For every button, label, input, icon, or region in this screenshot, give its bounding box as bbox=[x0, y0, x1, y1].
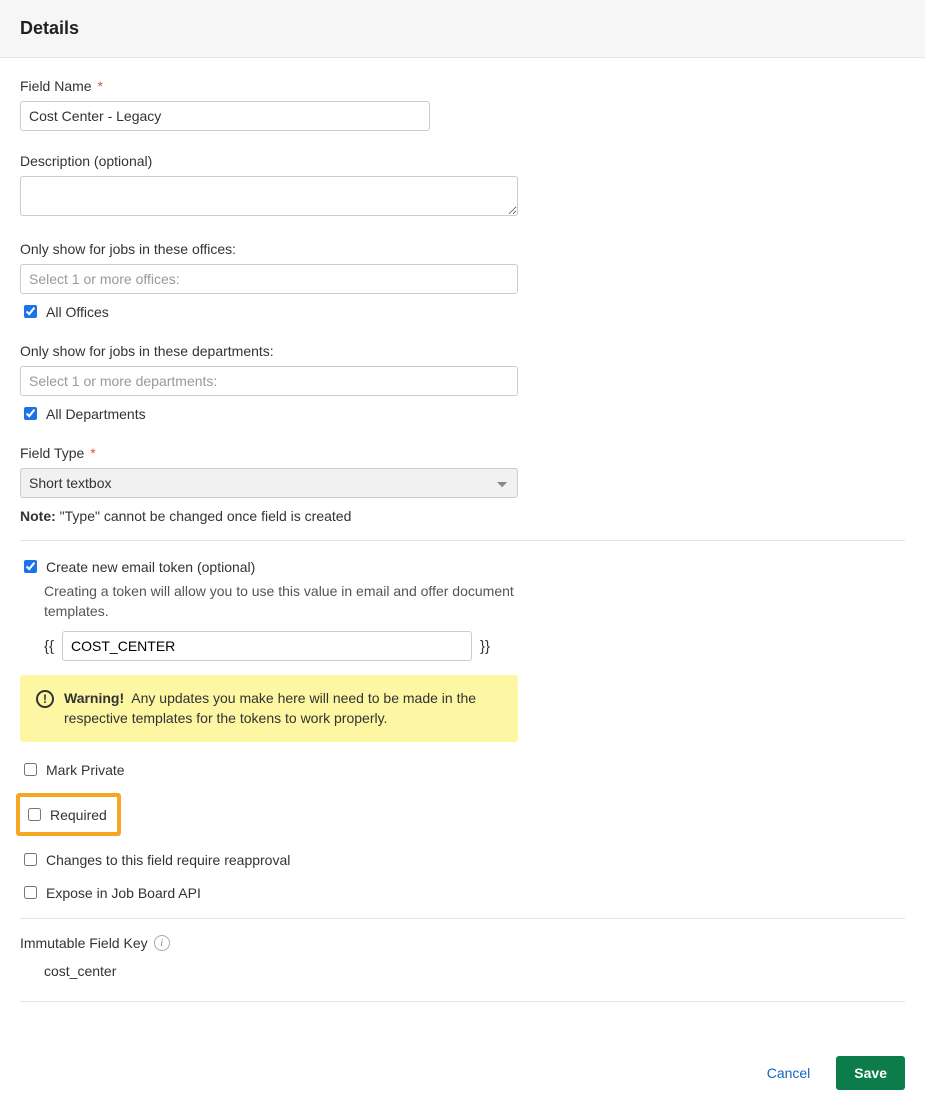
reapproval-row: Changes to this field require reapproval bbox=[20, 850, 905, 869]
immutable-label-row: Immutable Field Key i bbox=[20, 935, 905, 951]
form-content: Field Name * Description (optional) Only… bbox=[0, 58, 925, 1038]
expose-api-row: Expose in Job Board API bbox=[20, 883, 905, 902]
details-header: Details bbox=[0, 0, 925, 58]
field-name-label-text: Field Name bbox=[20, 78, 92, 94]
token-hint: Creating a token will allow you to use t… bbox=[44, 582, 514, 621]
departments-label: Only show for jobs in these departments: bbox=[20, 343, 905, 359]
immutable-value: cost_center bbox=[44, 963, 905, 979]
field-type-label-text: Field Type bbox=[20, 445, 84, 461]
field-name-group: Field Name * bbox=[20, 78, 905, 131]
token-input[interactable] bbox=[62, 631, 472, 661]
token-close-braces: }} bbox=[480, 638, 490, 655]
info-icon[interactable]: i bbox=[154, 935, 170, 951]
field-name-label: Field Name * bbox=[20, 78, 905, 94]
all-offices-label: All Offices bbox=[46, 304, 109, 320]
token-input-row: {{ }} bbox=[44, 631, 905, 661]
field-type-group: Field Type * Short textbox Note: "Type" … bbox=[20, 445, 905, 524]
warning-icon: ! bbox=[36, 690, 54, 708]
token-checkbox-row: Create new email token (optional) bbox=[20, 557, 905, 576]
mark-private-label: Mark Private bbox=[46, 762, 125, 778]
all-departments-checkbox[interactable] bbox=[24, 407, 37, 420]
warning-text: Any updates you make here will need to b… bbox=[64, 690, 476, 726]
offices-multiselect[interactable]: Select 1 or more offices: bbox=[20, 264, 518, 294]
divider bbox=[20, 918, 905, 919]
departments-multiselect[interactable]: Select 1 or more departments: bbox=[20, 366, 518, 396]
expose-api-label: Expose in Job Board API bbox=[46, 885, 201, 901]
create-token-label: Create new email token (optional) bbox=[46, 559, 255, 575]
mark-private-checkbox[interactable] bbox=[24, 763, 37, 776]
immutable-group: Immutable Field Key i cost_center bbox=[20, 935, 905, 979]
description-input[interactable] bbox=[20, 176, 518, 216]
mark-private-row: Mark Private bbox=[20, 760, 905, 779]
create-token-checkbox[interactable] bbox=[24, 560, 37, 573]
required-label: Required bbox=[50, 807, 107, 823]
required-asterisk: * bbox=[90, 445, 95, 461]
required-asterisk: * bbox=[97, 78, 102, 94]
note-text: "Type" cannot be changed once field is c… bbox=[60, 508, 352, 524]
token-group: Create new email token (optional) Creati… bbox=[20, 557, 905, 742]
footer: Cancel Save bbox=[0, 1038, 925, 1114]
divider bbox=[20, 1001, 905, 1002]
token-open-braces: {{ bbox=[44, 638, 54, 655]
all-departments-label: All Departments bbox=[46, 406, 146, 422]
divider bbox=[20, 540, 905, 541]
offices-label: Only show for jobs in these offices: bbox=[20, 241, 905, 257]
description-label: Description (optional) bbox=[20, 153, 905, 169]
page-title: Details bbox=[20, 18, 905, 39]
field-name-input[interactable] bbox=[20, 101, 430, 131]
all-offices-row: All Offices bbox=[20, 302, 905, 321]
expose-api-checkbox[interactable] bbox=[24, 886, 37, 899]
warning-title: Warning! bbox=[64, 690, 124, 706]
options-block: Mark Private Required Changes to this fi… bbox=[20, 760, 905, 902]
reapproval-label: Changes to this field require reapproval bbox=[46, 852, 290, 868]
field-type-label: Field Type * bbox=[20, 445, 905, 461]
offices-group: Only show for jobs in these offices: Sel… bbox=[20, 241, 905, 321]
field-type-note: Note: "Type" cannot be changed once fiel… bbox=[20, 508, 905, 524]
departments-group: Only show for jobs in these departments:… bbox=[20, 343, 905, 423]
required-checkbox[interactable] bbox=[28, 808, 41, 821]
save-button[interactable]: Save bbox=[836, 1056, 905, 1090]
warning-content: Warning! Any updates you make here will … bbox=[64, 689, 502, 728]
warning-box: ! Warning! Any updates you make here wil… bbox=[20, 675, 518, 742]
description-group: Description (optional) bbox=[20, 153, 905, 219]
note-bold: Note: bbox=[20, 508, 56, 524]
field-type-select[interactable]: Short textbox bbox=[20, 468, 518, 498]
all-departments-row: All Departments bbox=[20, 404, 905, 423]
immutable-label: Immutable Field Key bbox=[20, 935, 148, 951]
cancel-button[interactable]: Cancel bbox=[759, 1059, 819, 1087]
reapproval-checkbox[interactable] bbox=[24, 853, 37, 866]
required-highlight: Required bbox=[16, 793, 121, 836]
all-offices-checkbox[interactable] bbox=[24, 305, 37, 318]
